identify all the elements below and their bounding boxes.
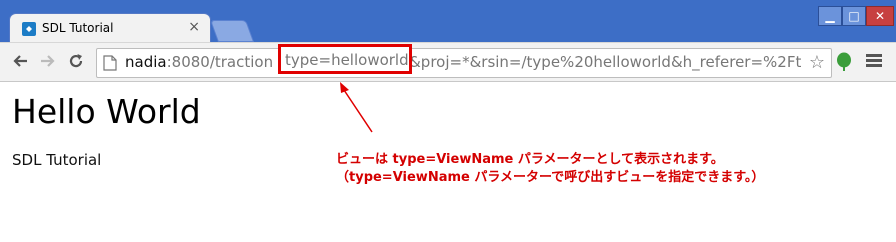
page-icon (103, 55, 117, 71)
new-tab-button[interactable] (209, 20, 255, 42)
url-path: :8080/traction (166, 53, 274, 71)
bookmark-star-icon[interactable]: ☆ (809, 52, 825, 73)
tab-sdl-tutorial[interactable]: SDL Tutorial × (10, 14, 210, 42)
extension-leaf-icon[interactable] (836, 52, 852, 72)
url-highlight-box: type=helloworld (278, 44, 412, 74)
title-bar: SDL Tutorial × ▁ □ ✕ (0, 0, 896, 42)
page-subtitle: SDL Tutorial (12, 151, 102, 169)
minimize-button[interactable]: ▁ (818, 6, 842, 26)
address-bar[interactable]: nadia:8080/traction &proj=*&rsin=/type%20… (96, 48, 832, 78)
highlighted-param: type=helloworld (285, 51, 409, 69)
browser-frame: SDL Tutorial × ▁ □ ✕ nadia:8080/traction… (0, 0, 896, 82)
forward-arrow-icon[interactable] (38, 51, 58, 71)
tab-title: SDL Tutorial (42, 21, 114, 35)
url-query: &proj=*&rsin=/type%20helloworld&h_refere… (409, 53, 801, 71)
maximize-button[interactable]: □ (842, 6, 866, 26)
menu-icon[interactable] (866, 52, 882, 70)
annotation-line-2: （type=ViewName パラメーターで呼び出すビューを指定できます。） (336, 170, 765, 185)
page-heading: Hello World (12, 92, 201, 131)
close-window-button[interactable]: ✕ (866, 6, 894, 26)
annotation-line-1: ビューは type=ViewName パラメーターとして表示されます。 (336, 152, 724, 167)
url-host: nadia (125, 53, 167, 71)
reload-icon[interactable] (66, 51, 86, 71)
tab-close-icon[interactable]: × (188, 19, 200, 35)
back-arrow-icon[interactable] (10, 51, 30, 71)
url-text[interactable]: nadia:8080/traction &proj=*&rsin=/type%20… (125, 53, 801, 71)
browser-toolbar: nadia:8080/traction &proj=*&rsin=/type%20… (0, 42, 896, 82)
sdl-favicon-icon (22, 22, 36, 36)
